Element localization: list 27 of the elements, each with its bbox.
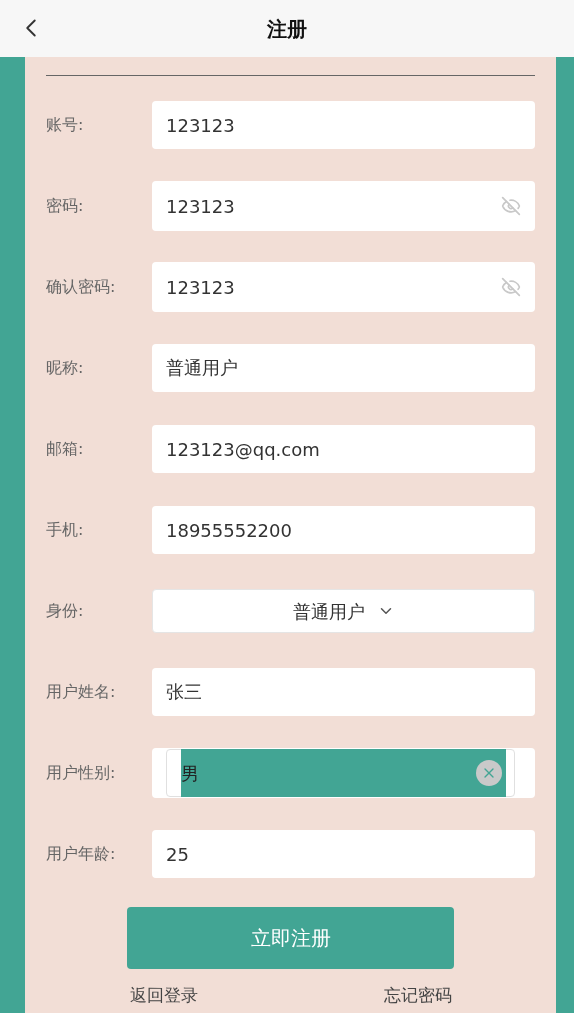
input-field[interactable]: 普通用户 [152, 344, 535, 392]
input-field[interactable]: 张三 [152, 668, 535, 716]
field-label: 用户年龄: [46, 843, 117, 865]
field-label: 账号: [46, 114, 85, 136]
field-value: 123123 [166, 194, 236, 219]
input-field[interactable]: 18955552200 [152, 506, 535, 554]
field-label: 手机: [46, 519, 85, 541]
field-label: 用户性别: [46, 762, 117, 784]
input-field[interactable]: 25 [152, 830, 535, 878]
input-field[interactable]: 123123 [152, 101, 535, 149]
field-label: 密码: [46, 195, 85, 217]
input-field[interactable]: 123123@qq.com [152, 425, 535, 473]
field-label: 确认密码: [46, 276, 117, 298]
field-label: 邮箱: [46, 438, 85, 460]
eye-off-icon[interactable] [501, 277, 521, 297]
page-title: 注册 [267, 15, 307, 43]
field-label: 昵称: [46, 357, 85, 379]
eye-off-icon[interactable] [501, 196, 521, 216]
password-field[interactable]: 123123 [152, 181, 535, 231]
text-link[interactable]: 返回登录 [130, 983, 198, 1009]
select-field[interactable]: 普通用户 [152, 589, 535, 633]
password-field[interactable]: 123123 [152, 262, 535, 312]
select-value: 普通用户 [292, 599, 365, 624]
text-link[interactable]: 忘记密码 [384, 983, 452, 1009]
field-label: 身份: [46, 600, 85, 622]
field-value: 123123 [166, 275, 236, 300]
field-label: 用户姓名: [46, 681, 117, 703]
